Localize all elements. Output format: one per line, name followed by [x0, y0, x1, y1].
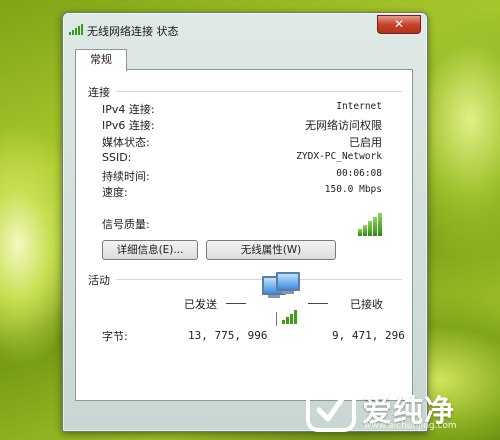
connection-heading: 连接: [88, 86, 110, 99]
wireless-properties-button[interactable]: 无线属性(W): [206, 240, 336, 260]
ipv4-row: IPv4 连接: Internet: [102, 101, 382, 117]
close-icon: ✕: [393, 17, 405, 31]
activity-divider: [116, 279, 402, 280]
window-title: 无线网络连接 状态: [87, 25, 179, 38]
ipv4-label: IPv4 连接:: [102, 103, 155, 116]
sent-connector: [226, 303, 246, 304]
duration-row: 持续时间: 00:06:08: [102, 168, 382, 184]
status-window: 无线网络连接 状态 ✕ 常规 连接 IPv4 连接: Internet IPv6…: [62, 12, 428, 432]
signal-quality-label: 信号质量:: [102, 218, 150, 231]
bytes-label: 字节:: [102, 330, 128, 343]
ipv6-label: IPv6 连接:: [102, 119, 155, 132]
network-activity-icon: [262, 272, 312, 328]
bytes-received-value: 9, 471, 296: [332, 329, 405, 342]
ipv6-row: IPv6 连接: 无网络访问权限: [102, 117, 382, 133]
ipv6-value: 无网络访问权限: [305, 119, 382, 132]
media-state-value: 已启用: [349, 136, 382, 149]
title-bar[interactable]: 无线网络连接 状态 ✕: [63, 13, 427, 45]
activity-heading: 活动: [88, 274, 110, 287]
ipv4-value: Internet: [336, 101, 382, 112]
ssid-value: ZYDX-PC_Network: [296, 151, 382, 162]
received-label: 已接收: [350, 298, 383, 311]
duration-label: 持续时间:: [102, 170, 150, 183]
general-panel: 连接 IPv4 连接: Internet IPv6 连接: 无网络访问权限 媒体…: [75, 69, 413, 401]
speed-row: 速度: 150.0 Mbps: [102, 184, 382, 200]
brand-url: www.aichunjing.com: [364, 421, 457, 431]
ssid-row: SSID: ZYDX-PC_Network: [102, 151, 382, 167]
details-button[interactable]: 详细信息(E)...: [102, 240, 198, 260]
media-state-row: 媒体状态: 已启用: [102, 134, 382, 150]
close-button[interactable]: ✕: [377, 15, 421, 34]
bytes-sent-value: 13, 775, 996: [188, 329, 268, 342]
sent-label: 已发送: [184, 298, 217, 311]
tab-general[interactable]: 常规: [75, 49, 127, 71]
wifi-signal-icon: [69, 23, 83, 35]
media-state-label: 媒体状态:: [102, 136, 150, 149]
brand-logo-icon: [306, 382, 356, 432]
speed-value: 150.0 Mbps: [324, 184, 382, 195]
connection-divider: [116, 91, 402, 92]
ssid-label: SSID:: [102, 151, 132, 164]
speed-label: 速度:: [102, 186, 128, 199]
signal-strength-icon: [358, 212, 384, 236]
duration-value: 00:06:08: [336, 168, 382, 179]
